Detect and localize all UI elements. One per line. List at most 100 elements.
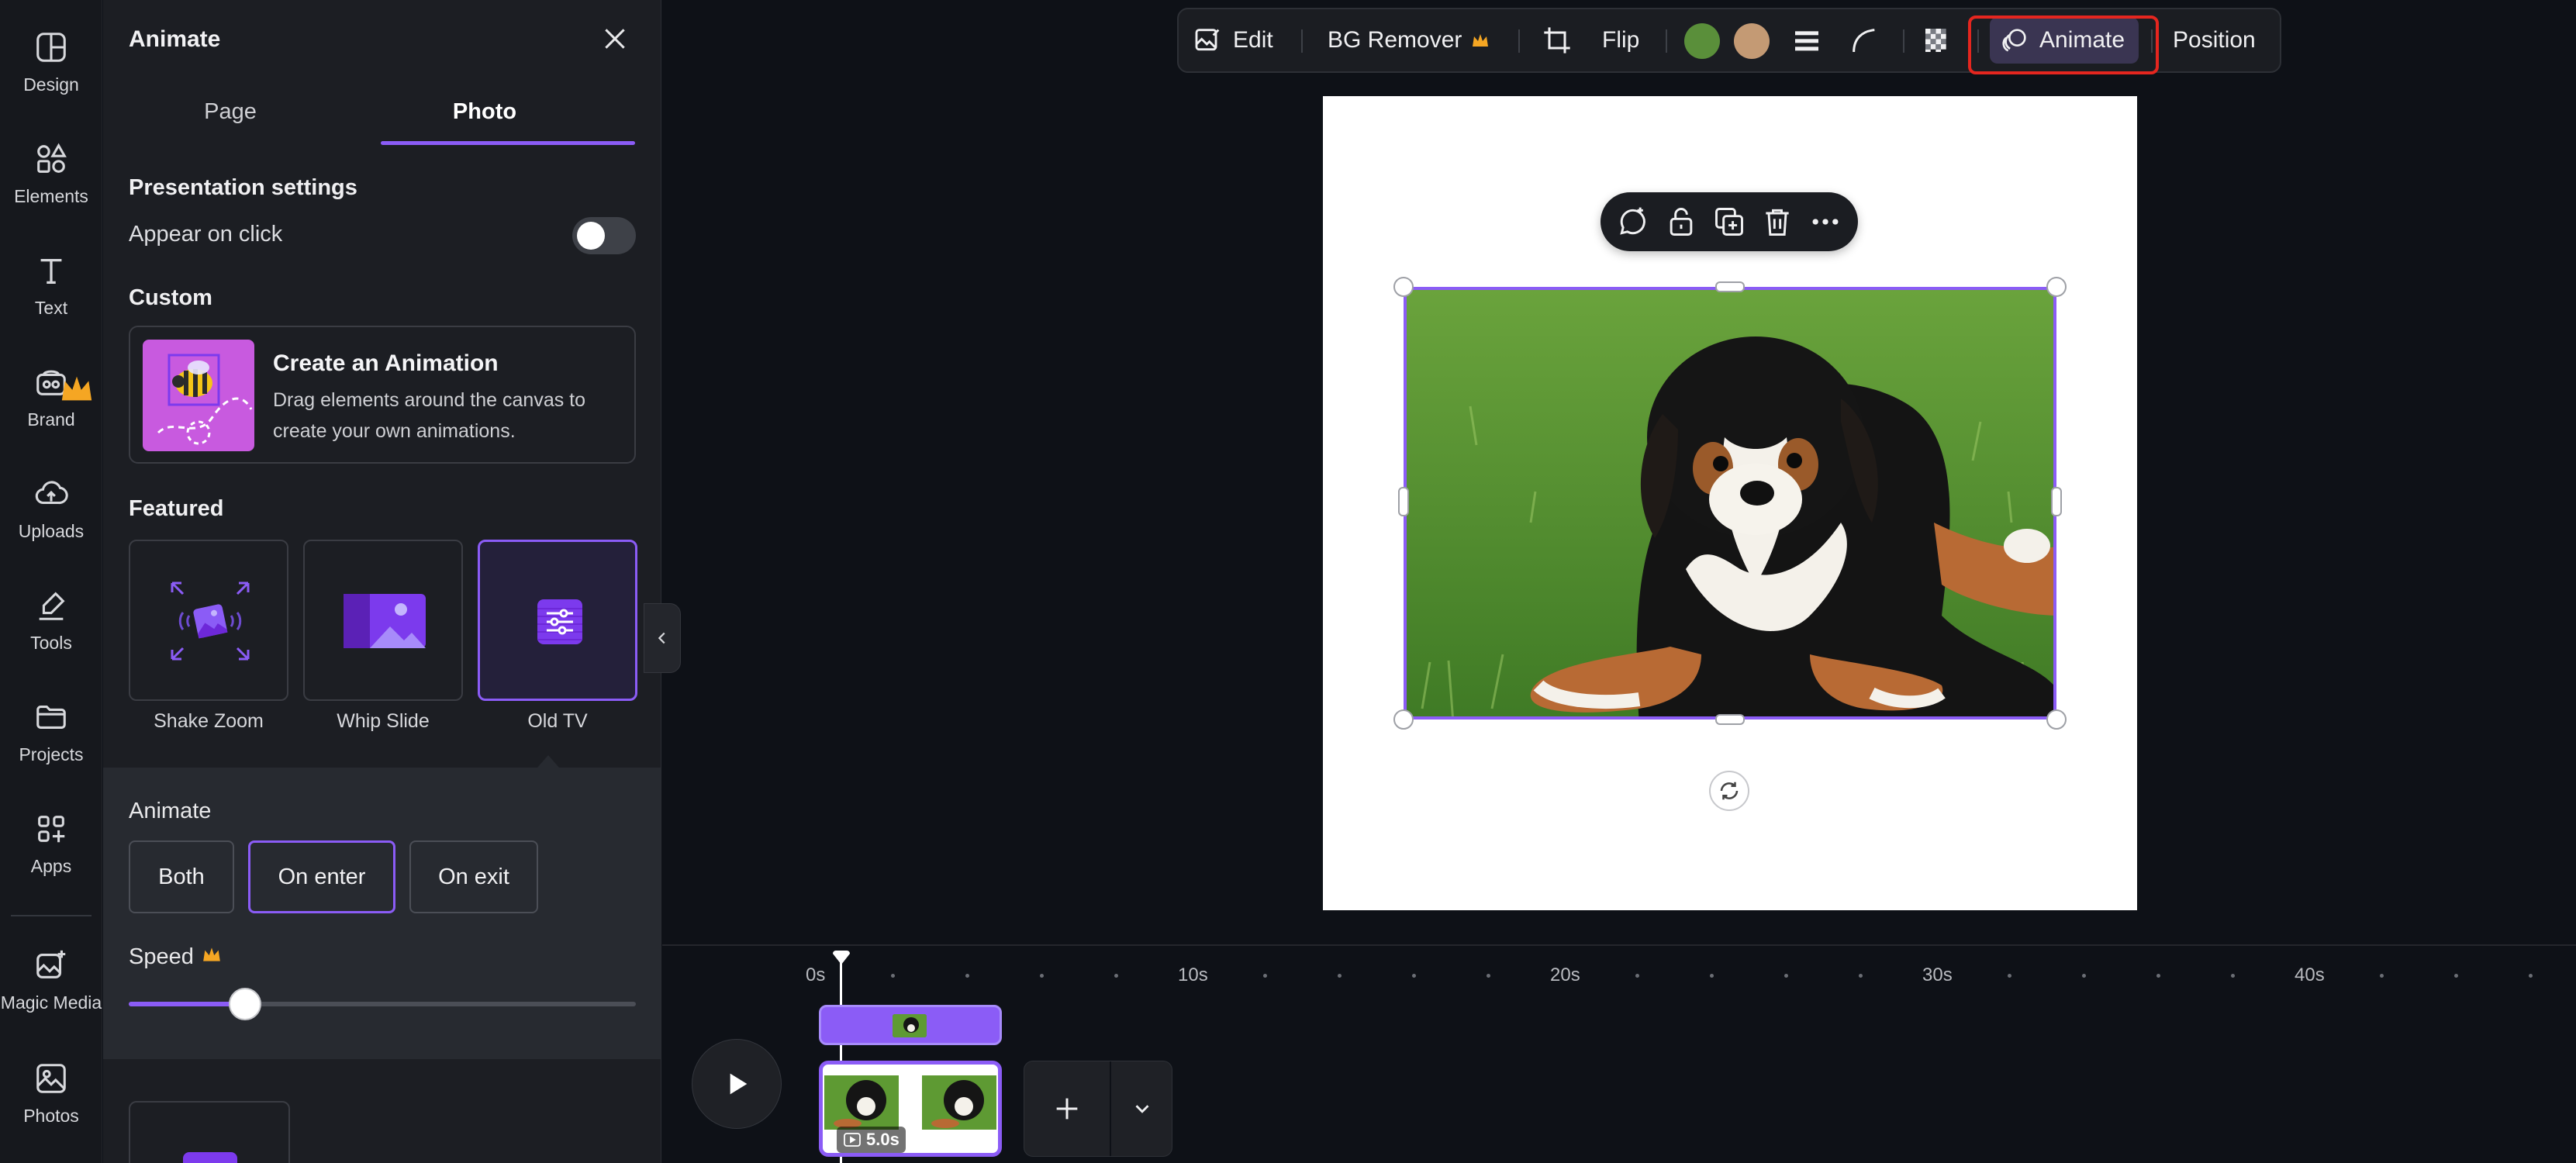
tab-page[interactable]: Page bbox=[103, 99, 357, 146]
timeline-tick-dot bbox=[1784, 974, 1788, 978]
animation-card-shake-zoom[interactable] bbox=[129, 540, 288, 701]
resize-handle-bottom-right[interactable] bbox=[2046, 709, 2067, 730]
trash-icon[interactable] bbox=[1760, 205, 1794, 239]
border-style-button[interactable] bbox=[1791, 9, 1822, 71]
rail-item-text[interactable]: Text bbox=[0, 239, 102, 340]
rail-item-apps[interactable]: Apps bbox=[0, 797, 102, 898]
rail-item-photos[interactable]: Photos bbox=[0, 1047, 102, 1147]
featured-heading: Featured bbox=[129, 496, 224, 521]
whip-slide-icon bbox=[344, 594, 426, 648]
toolbar-divider bbox=[1518, 29, 1520, 53]
play-icon bbox=[730, 1073, 748, 1095]
animation-card-whip-slide[interactable] bbox=[303, 540, 463, 701]
resize-handle-top[interactable] bbox=[1715, 281, 1745, 292]
toolbar-divider bbox=[1666, 29, 1667, 53]
rail-item-projects[interactable]: Projects bbox=[0, 685, 102, 786]
crown-icon bbox=[61, 376, 92, 401]
add-page-options-button[interactable] bbox=[1113, 1061, 1172, 1156]
animation-card-more[interactable] bbox=[129, 1101, 290, 1163]
timeline-tick-dot bbox=[1412, 974, 1416, 978]
close-icon[interactable] bbox=[599, 23, 630, 54]
mode-on-exit-button[interactable]: On exit bbox=[409, 840, 538, 913]
speed-slider-thumb[interactable] bbox=[229, 988, 262, 1020]
resize-handle-right[interactable] bbox=[2051, 487, 2062, 516]
rail-label: Magic Media bbox=[0, 992, 102, 1013]
timeline-clip[interactable]: 5.0s bbox=[819, 1061, 1002, 1157]
play-button[interactable] bbox=[692, 1039, 782, 1129]
transparency-icon bbox=[1925, 29, 1946, 52]
animation-name: Old TV bbox=[527, 710, 588, 732]
rail-item-uploads[interactable]: Uploads bbox=[0, 462, 102, 563]
resize-handle-top-left[interactable] bbox=[1393, 277, 1414, 297]
tab-photo[interactable]: Photo bbox=[357, 99, 612, 146]
collapse-panel-button[interactable] bbox=[644, 603, 681, 673]
mode-on-enter-button[interactable]: On enter bbox=[248, 840, 395, 913]
selected-caret bbox=[537, 755, 559, 768]
timeline-tick-label: 40s bbox=[2295, 965, 2325, 985]
toolbar-divider bbox=[2151, 29, 2153, 53]
animate-button[interactable]: Animate bbox=[1999, 9, 2125, 71]
mode-both-button[interactable]: Both bbox=[129, 840, 234, 913]
video-clip-icon bbox=[844, 1133, 861, 1147]
comment-icon[interactable] bbox=[1616, 205, 1650, 239]
edit-button[interactable]: Edit bbox=[1193, 9, 1273, 71]
rail-label: Uploads bbox=[18, 521, 85, 541]
rail-label: Apps bbox=[30, 856, 72, 876]
duplicate-icon[interactable] bbox=[1712, 205, 1746, 239]
edit-label: Edit bbox=[1233, 27, 1273, 53]
toolbar-divider bbox=[1301, 29, 1303, 53]
add-page-button[interactable] bbox=[1024, 1061, 1111, 1156]
timeline-tick-dot bbox=[1635, 974, 1639, 978]
rail-item-elements[interactable]: Elements bbox=[0, 127, 102, 228]
clip-thumbnail bbox=[824, 1075, 899, 1130]
toolbar-divider bbox=[1977, 29, 1979, 53]
rail-label: Text bbox=[34, 298, 68, 318]
toolbar-divider bbox=[1903, 29, 1904, 53]
rail-item-tools[interactable]: Tools bbox=[0, 574, 102, 675]
bee-icon bbox=[157, 354, 253, 445]
position-button[interactable]: Position bbox=[2173, 9, 2256, 71]
crop-button[interactable] bbox=[1542, 9, 1573, 71]
rotate-handle[interactable] bbox=[1709, 771, 1749, 811]
bg-remover-button[interactable]: BG Remover bbox=[1328, 9, 1490, 71]
create-animation-description: Drag elements around the canvas to creat… bbox=[273, 389, 586, 442]
crop-icon bbox=[1544, 27, 1570, 53]
animation-card-old-tv[interactable] bbox=[478, 540, 637, 701]
text-icon bbox=[40, 258, 62, 284]
animation-name: Whip Slide bbox=[337, 710, 430, 732]
corner-radius-icon bbox=[1853, 29, 1875, 53]
more-options-icon[interactable] bbox=[1808, 205, 1842, 239]
rail-item-magic-media[interactable]: Magic Media bbox=[0, 934, 102, 1034]
selected-photo-puppy[interactable] bbox=[1404, 287, 2056, 720]
rail-label: Tools bbox=[30, 633, 72, 653]
corner-rounding-button[interactable] bbox=[1849, 9, 1880, 71]
resize-handle-left[interactable] bbox=[1398, 487, 1409, 516]
resize-handle-top-right[interactable] bbox=[2046, 277, 2067, 297]
rotate-icon bbox=[1720, 782, 1739, 800]
animation-track[interactable] bbox=[819, 1005, 1002, 1045]
apps-grid-icon bbox=[38, 816, 65, 843]
flip-button[interactable]: Flip bbox=[1602, 9, 1639, 71]
animate-icon bbox=[2002, 29, 2026, 52]
animation-track-thumbnail bbox=[893, 1014, 927, 1037]
color-swatch-tan[interactable] bbox=[1734, 23, 1770, 59]
timeline-tick-dot bbox=[1338, 974, 1342, 978]
appear-on-click-toggle[interactable] bbox=[572, 217, 636, 254]
timeline-tick-dot bbox=[2529, 974, 2533, 978]
rail-item-brand[interactable]: Brand bbox=[0, 350, 102, 451]
transparency-button[interactable] bbox=[1922, 9, 1953, 71]
lock-icon[interactable] bbox=[1664, 205, 1698, 239]
chevron-left-icon bbox=[658, 632, 665, 644]
resize-handle-bottom[interactable] bbox=[1715, 714, 1745, 725]
timeline-tick-dot bbox=[1040, 974, 1044, 978]
rail-label: Design bbox=[23, 74, 79, 95]
cloud-upload-icon bbox=[35, 481, 68, 505]
plus-icon bbox=[1056, 1098, 1078, 1120]
color-swatch-green[interactable] bbox=[1684, 23, 1720, 59]
panel-title: Animate bbox=[129, 26, 221, 52]
crown-icon bbox=[1473, 34, 1489, 47]
appear-on-click-label: Appear on click bbox=[129, 222, 283, 247]
resize-handle-bottom-left[interactable] bbox=[1393, 709, 1414, 730]
rail-item-design[interactable]: Design bbox=[0, 16, 102, 116]
create-animation-card[interactable]: Create an Animation Drag elements around… bbox=[129, 326, 636, 464]
